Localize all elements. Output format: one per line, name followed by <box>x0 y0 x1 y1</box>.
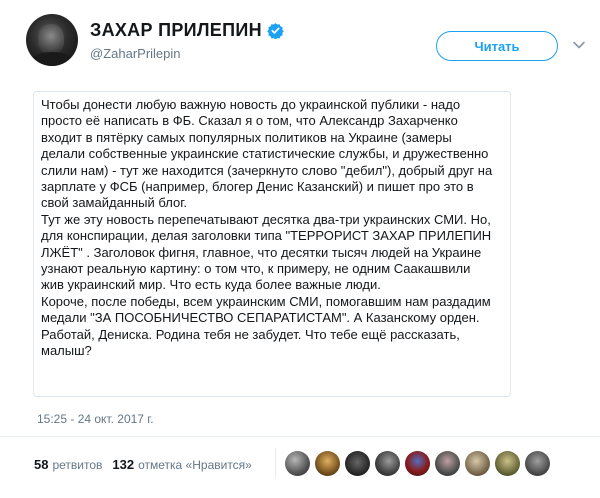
tweet-text-line: узнают реальную картину: о том что, к пр… <box>41 261 471 277</box>
divider <box>0 436 600 437</box>
liker-avatar[interactable] <box>465 451 490 476</box>
liker-avatar[interactable] <box>525 451 550 476</box>
liker-avatar[interactable] <box>435 451 460 476</box>
tweet-text-line: Тут же эту новость перепечатывают десятк… <box>41 211 491 227</box>
tweet-text-line: для конспирации, делая заголовки типа "Т… <box>41 228 492 244</box>
likes-label[interactable]: отметка «Нравится» <box>138 458 252 472</box>
retweets-label[interactable]: ретвитов <box>52 458 102 472</box>
verified-badge-icon <box>267 23 284 39</box>
chevron-down-icon[interactable] <box>572 38 586 52</box>
stats-divider <box>275 448 276 478</box>
tweet-text-line: медали "ЗА ПОСОБНИЧЕСТВО СЕПАРАТИСТАМ". … <box>41 310 480 326</box>
liker-avatar[interactable] <box>315 451 340 476</box>
liker-avatar[interactable] <box>345 451 370 476</box>
tweet-text-line: Короче, после победы, всем украинским СМ… <box>41 293 491 309</box>
liker-avatar[interactable] <box>495 451 520 476</box>
tweet-text-line: Работай, Дениска. Родина тебя не забудет… <box>41 326 460 342</box>
display-name[interactable]: ЗАХАР ПРИЛЕПИН <box>90 20 262 41</box>
retweets-count[interactable]: 58 <box>34 457 48 472</box>
tweet-text-line: жив украинский мир. Что есть куда более … <box>41 277 381 293</box>
tweet-text-line: Чтобы донести любую важную новость до ук… <box>41 97 461 112</box>
avatar[interactable] <box>26 14 78 66</box>
liker-avatars <box>285 451 555 476</box>
tweet-text-line: ЛЖЁТ" . Заголовок фигня, главное, что де… <box>41 244 482 260</box>
tweet-text-line: делали собственные украинские статистиче… <box>41 146 489 162</box>
tweet-text-line: свой замайданный блог. <box>41 195 187 211</box>
tweet-timestamp[interactable]: 15:25 - 24 окт. 2017 г. <box>37 412 154 426</box>
tweet-text-line: малыш? <box>41 343 92 359</box>
liker-avatar[interactable] <box>285 451 310 476</box>
user-handle[interactable]: @ZaharPrilepin <box>90 46 181 61</box>
tweet-stats: 58 ретвитов 132 отметка «Нравится» <box>34 457 252 472</box>
tweet-text-line: зарплате у ФСБ (например, блогер Денис К… <box>41 179 474 195</box>
liker-avatar[interactable] <box>375 451 400 476</box>
follow-button[interactable]: Читать <box>436 31 558 61</box>
tweet-text-line: слили нам) - тут же находится (зачеркнут… <box>41 162 493 178</box>
name-row: ЗАХАР ПРИЛЕПИН <box>90 20 284 41</box>
likes-count[interactable]: 132 <box>112 457 134 472</box>
tweet-text: Чтобы донести любую важную новость до ук… <box>33 91 511 397</box>
tweet-text-line: просто её написать в ФБ. Сказал я о том,… <box>41 113 458 129</box>
tweet-text-line: входит в пятёрку самых популярных полити… <box>41 129 452 145</box>
liker-avatar[interactable] <box>405 451 430 476</box>
